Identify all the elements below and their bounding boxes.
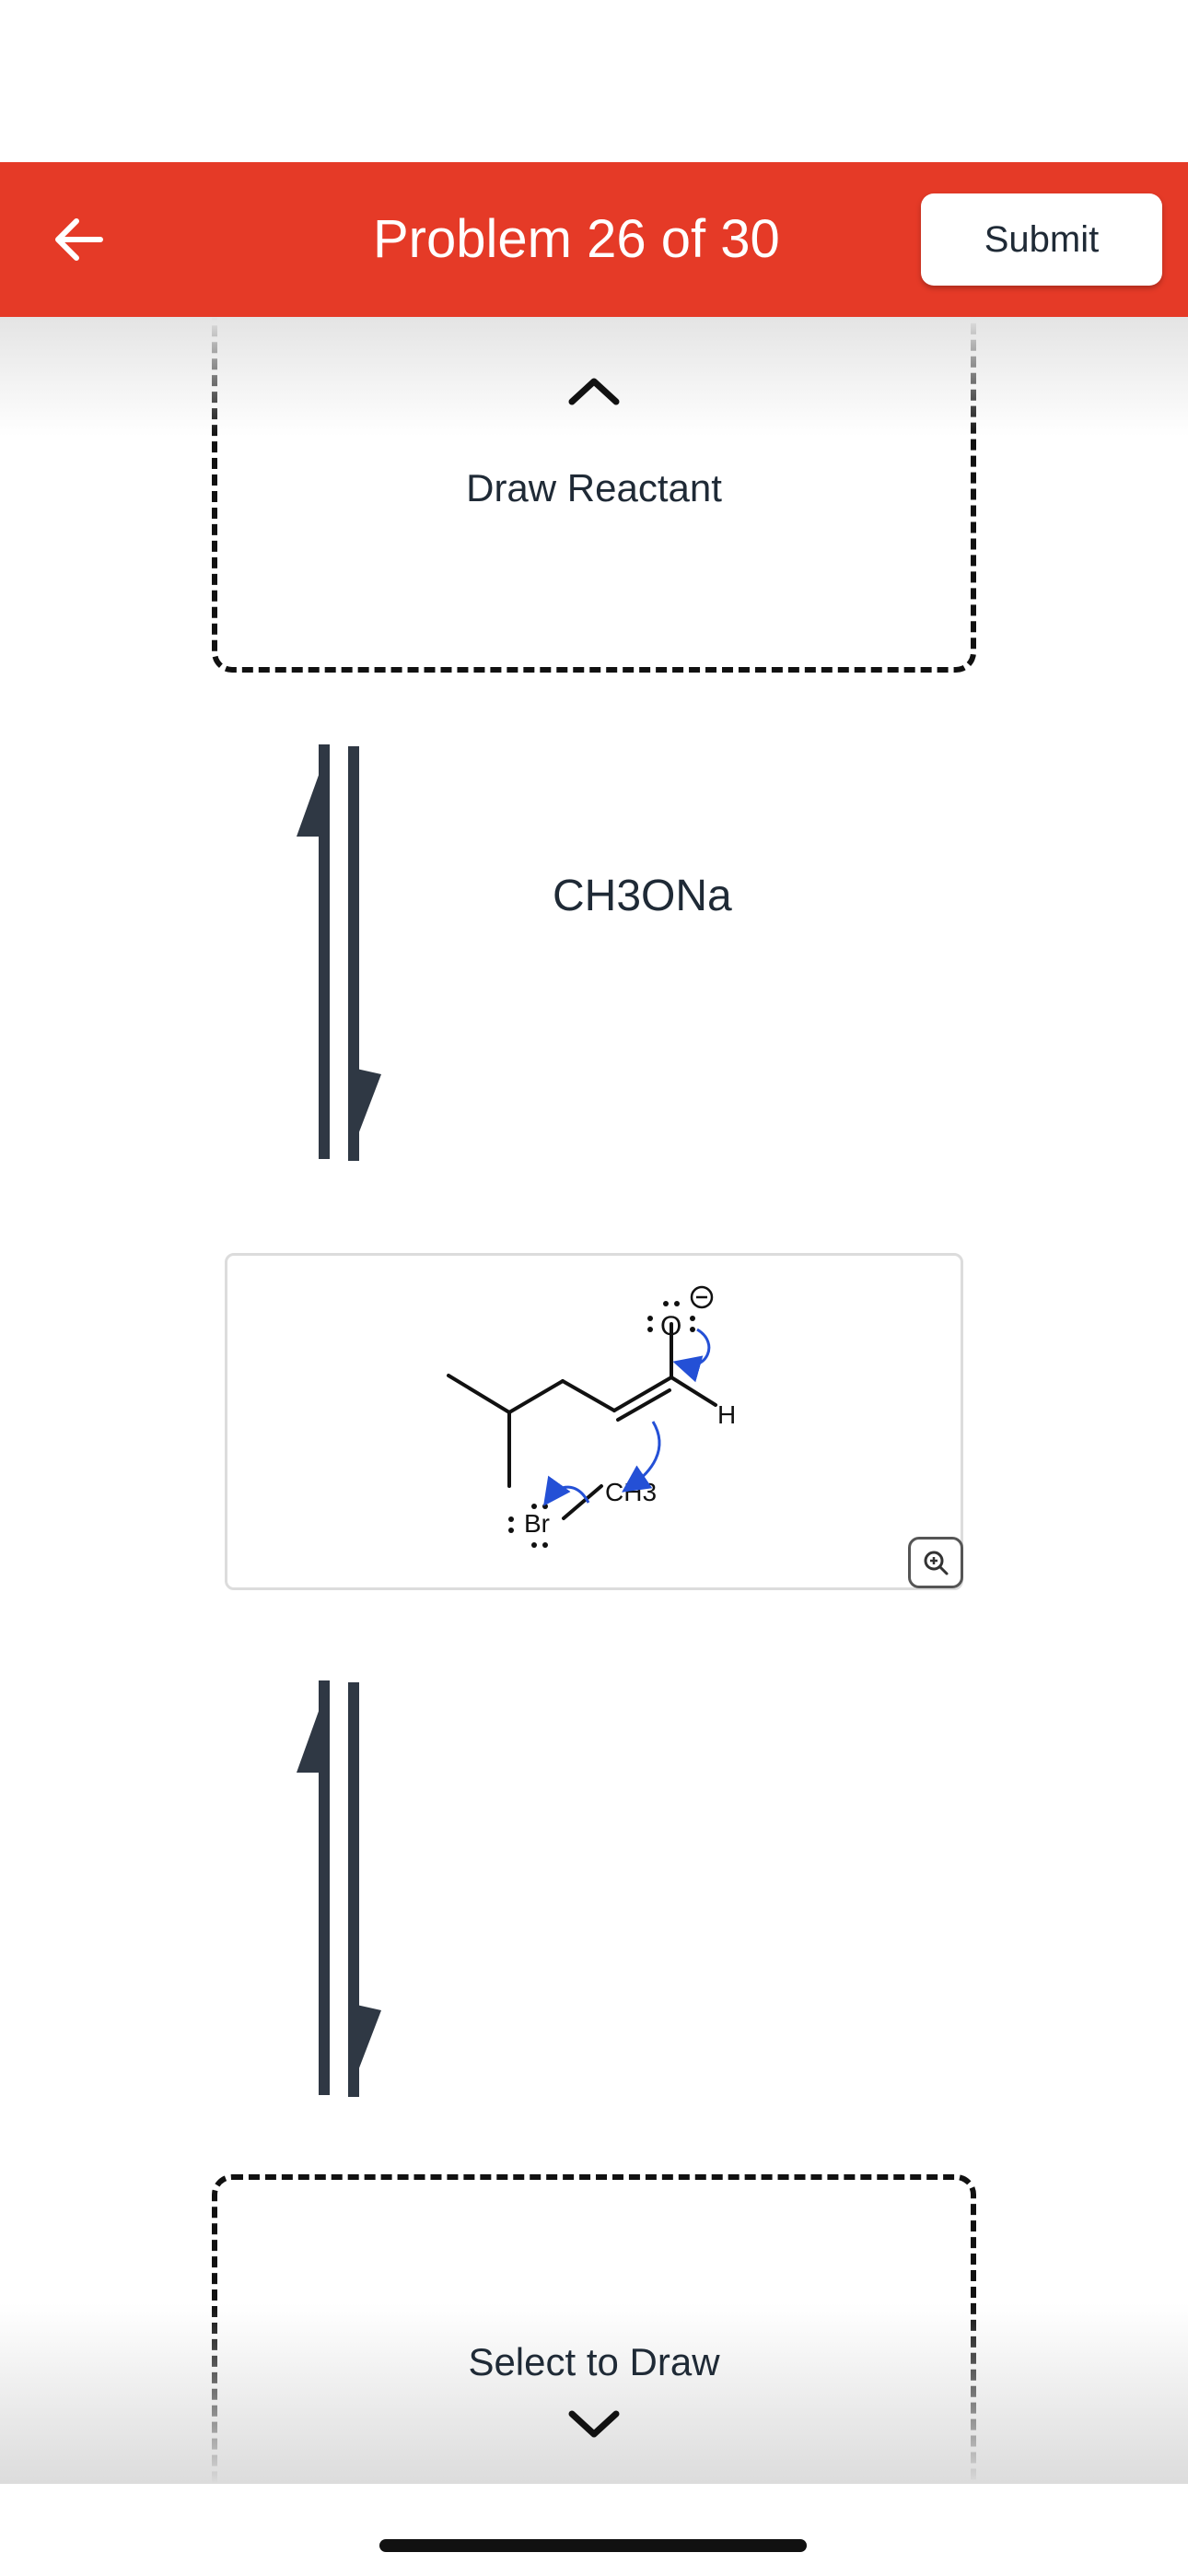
- bottom-safe-area: [0, 2484, 1188, 2576]
- zoom-button[interactable]: [908, 1537, 963, 1588]
- hydrogen-atom: H: [717, 1400, 736, 1429]
- arrow-left-icon: [55, 218, 103, 261]
- methyl-group: CH3: [605, 1478, 657, 1506]
- page-title: Problem 26 of 30: [373, 209, 780, 269]
- equilibrium-arrows-icon: [297, 1680, 381, 2097]
- scroll-fade-bottom: [0, 2303, 1188, 2484]
- structure-card[interactable]: O H CH3 Br: [225, 1253, 963, 1590]
- chevron-up-icon[interactable]: [566, 374, 622, 407]
- mechanism-structure: O H CH3 Br: [447, 1285, 736, 1548]
- bromine-atom: Br: [524, 1509, 550, 1538]
- zoom-in-icon: [924, 1551, 949, 1575]
- equilibrium-arrows-icon: [297, 744, 381, 1161]
- home-indicator[interactable]: [379, 2539, 807, 2552]
- back-button[interactable]: [37, 203, 120, 276]
- select-to-draw-label: Select to Draw: [468, 2340, 720, 2383]
- top-bar: Problem 26 of 30 Submit: [0, 162, 1188, 317]
- oxygen-atom: O: [660, 1311, 681, 1341]
- draw-reactant-label: Draw Reactant: [466, 466, 722, 509]
- reagent-label: CH3ONa: [553, 872, 732, 920]
- submit-button[interactable]: Submit: [921, 193, 1162, 286]
- chevron-down-icon[interactable]: [566, 2408, 622, 2441]
